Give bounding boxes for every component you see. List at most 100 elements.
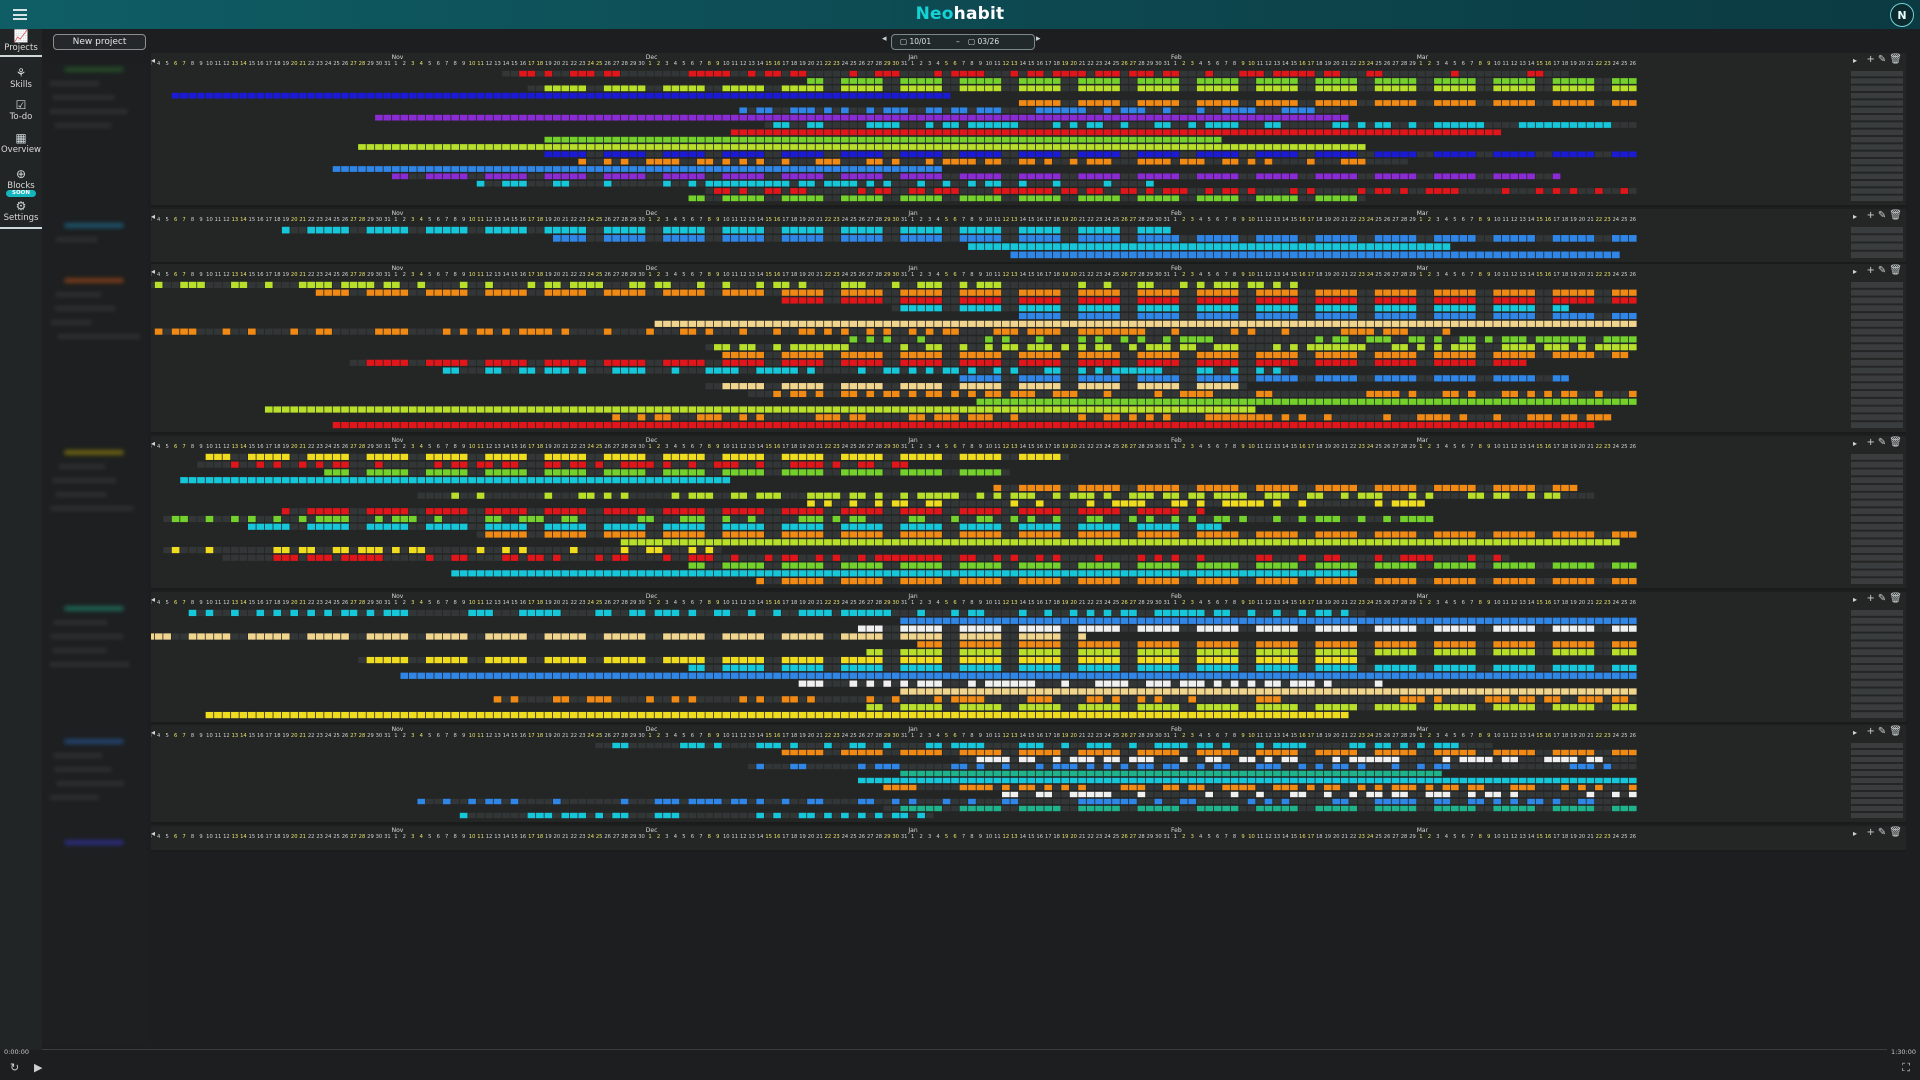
habit-cell[interactable] xyxy=(1298,320,1307,327)
habit-cell[interactable] xyxy=(1112,85,1120,92)
habit-cell[interactable] xyxy=(764,320,773,327)
habit-cell[interactable] xyxy=(1154,129,1163,136)
habit-cell[interactable] xyxy=(1569,235,1578,242)
habit-cell[interactable] xyxy=(1146,297,1154,304)
habit-cell[interactable] xyxy=(1417,122,1425,128)
habit-cell[interactable] xyxy=(832,151,841,158)
habit-cell[interactable] xyxy=(688,151,697,158)
habit-cell[interactable] xyxy=(764,144,773,150)
habit-cell[interactable] xyxy=(976,383,985,390)
habit-cell[interactable] xyxy=(1137,85,1146,92)
habit-cell[interactable] xyxy=(1535,251,1544,259)
habit-cell[interactable] xyxy=(1383,359,1391,366)
habit-cell[interactable] xyxy=(1095,151,1103,158)
habit-cell[interactable] xyxy=(1196,367,1205,374)
habit-cell[interactable] xyxy=(925,70,934,77)
habit-cell[interactable] xyxy=(747,195,756,202)
habit-cell[interactable] xyxy=(985,114,993,121)
habit-cell[interactable] xyxy=(951,390,959,398)
habit-cell[interactable] xyxy=(900,122,909,128)
habit-cell[interactable] xyxy=(1586,100,1595,106)
habit-cell[interactable] xyxy=(1120,375,1129,382)
habit-cell[interactable] xyxy=(697,367,705,374)
habit-cell[interactable] xyxy=(1010,188,1019,194)
habit-cell[interactable] xyxy=(790,173,798,180)
habit-cell[interactable] xyxy=(1162,383,1171,390)
row-action-icons[interactable] xyxy=(1851,289,1903,296)
habit-cell[interactable] xyxy=(1146,85,1154,92)
habit-cell[interactable] xyxy=(1018,422,1027,429)
habit-cell[interactable] xyxy=(1196,344,1205,351)
habit-cell[interactable] xyxy=(1137,422,1146,429)
habit-cell[interactable] xyxy=(824,188,832,194)
habit-cell[interactable] xyxy=(1154,226,1163,234)
habit-cell[interactable] xyxy=(866,289,875,296)
habit-cell[interactable] xyxy=(1467,78,1476,84)
habit-cell[interactable] xyxy=(366,359,375,366)
habit-cell[interactable] xyxy=(1561,414,1569,421)
habit-cell[interactable] xyxy=(1561,351,1569,359)
habit-cell[interactable] xyxy=(1315,85,1324,92)
habit-cell[interactable] xyxy=(739,85,748,92)
habit-cell[interactable] xyxy=(586,166,595,172)
habit-cell[interactable] xyxy=(434,406,443,413)
habit-cell[interactable] xyxy=(1171,195,1180,202)
habit-cell[interactable] xyxy=(1069,129,1078,136)
habit-cell[interactable] xyxy=(841,70,849,77)
habit-cell[interactable] xyxy=(552,70,561,77)
habit-cell[interactable] xyxy=(1315,195,1324,202)
habit-cell[interactable] xyxy=(841,351,849,359)
habit-cell[interactable] xyxy=(866,107,875,114)
habit-cell[interactable] xyxy=(713,151,722,158)
habit-cell[interactable] xyxy=(629,92,637,99)
habit-cell[interactable] xyxy=(1247,129,1256,136)
habit-cell[interactable] xyxy=(1078,226,1086,234)
habit-cell[interactable] xyxy=(925,188,934,194)
habit-cell[interactable] xyxy=(1578,251,1586,259)
habit-cell[interactable] xyxy=(671,144,680,150)
habit-cell[interactable] xyxy=(408,173,417,180)
habit-cell[interactable] xyxy=(561,422,570,429)
habit-cell[interactable] xyxy=(1222,336,1230,343)
habit-cell[interactable] xyxy=(620,166,629,172)
habit-cell[interactable] xyxy=(773,235,781,242)
habit-cell[interactable] xyxy=(1162,351,1171,359)
habit-cell[interactable] xyxy=(586,422,595,429)
habit-cell[interactable] xyxy=(1391,243,1400,250)
habit-cell[interactable] xyxy=(1493,151,1502,158)
habit-cell[interactable] xyxy=(612,166,620,172)
habit-cell[interactable] xyxy=(1052,158,1061,165)
sidebar-item-skills[interactable]: ⚘ Skills xyxy=(0,66,42,90)
habit-cell[interactable] xyxy=(1569,289,1578,296)
habit-cell[interactable] xyxy=(1162,188,1171,194)
habit-cell[interactable] xyxy=(1357,414,1366,421)
habit-cell[interactable] xyxy=(1374,122,1383,128)
habit-cell[interactable] xyxy=(1188,195,1197,202)
habit-cell[interactable] xyxy=(1112,114,1120,121)
habit-cell[interactable] xyxy=(976,344,985,351)
habit-cell[interactable] xyxy=(1467,289,1476,296)
habit-cell[interactable] xyxy=(366,281,375,288)
habit-cell[interactable] xyxy=(832,129,841,136)
habit-cell[interactable] xyxy=(1518,344,1527,351)
habit-cell[interactable] xyxy=(1171,151,1180,158)
habit-cell[interactable] xyxy=(519,173,527,180)
habit-cell[interactable] xyxy=(671,414,680,421)
habit-cell[interactable] xyxy=(1129,129,1137,136)
habit-cell[interactable] xyxy=(1281,114,1290,121)
habit-cell[interactable] xyxy=(1179,344,1188,351)
habit-cell[interactable] xyxy=(1086,281,1095,288)
habit-cell[interactable] xyxy=(1061,70,1069,77)
habit-cell[interactable] xyxy=(1035,158,1044,165)
habit-cell[interactable] xyxy=(603,289,612,296)
habit-cell[interactable] xyxy=(883,281,892,288)
habit-cell[interactable] xyxy=(1213,305,1222,312)
habit-cell[interactable] xyxy=(1179,151,1188,158)
habit-cell[interactable] xyxy=(883,188,892,194)
habit-cell[interactable] xyxy=(1527,235,1535,242)
habit-cell[interactable] xyxy=(1281,195,1290,202)
habit-cell[interactable] xyxy=(1078,390,1086,398)
habit-cell[interactable] xyxy=(680,367,688,374)
habit-cell[interactable] xyxy=(434,422,443,429)
habit-cell[interactable] xyxy=(1357,398,1366,405)
